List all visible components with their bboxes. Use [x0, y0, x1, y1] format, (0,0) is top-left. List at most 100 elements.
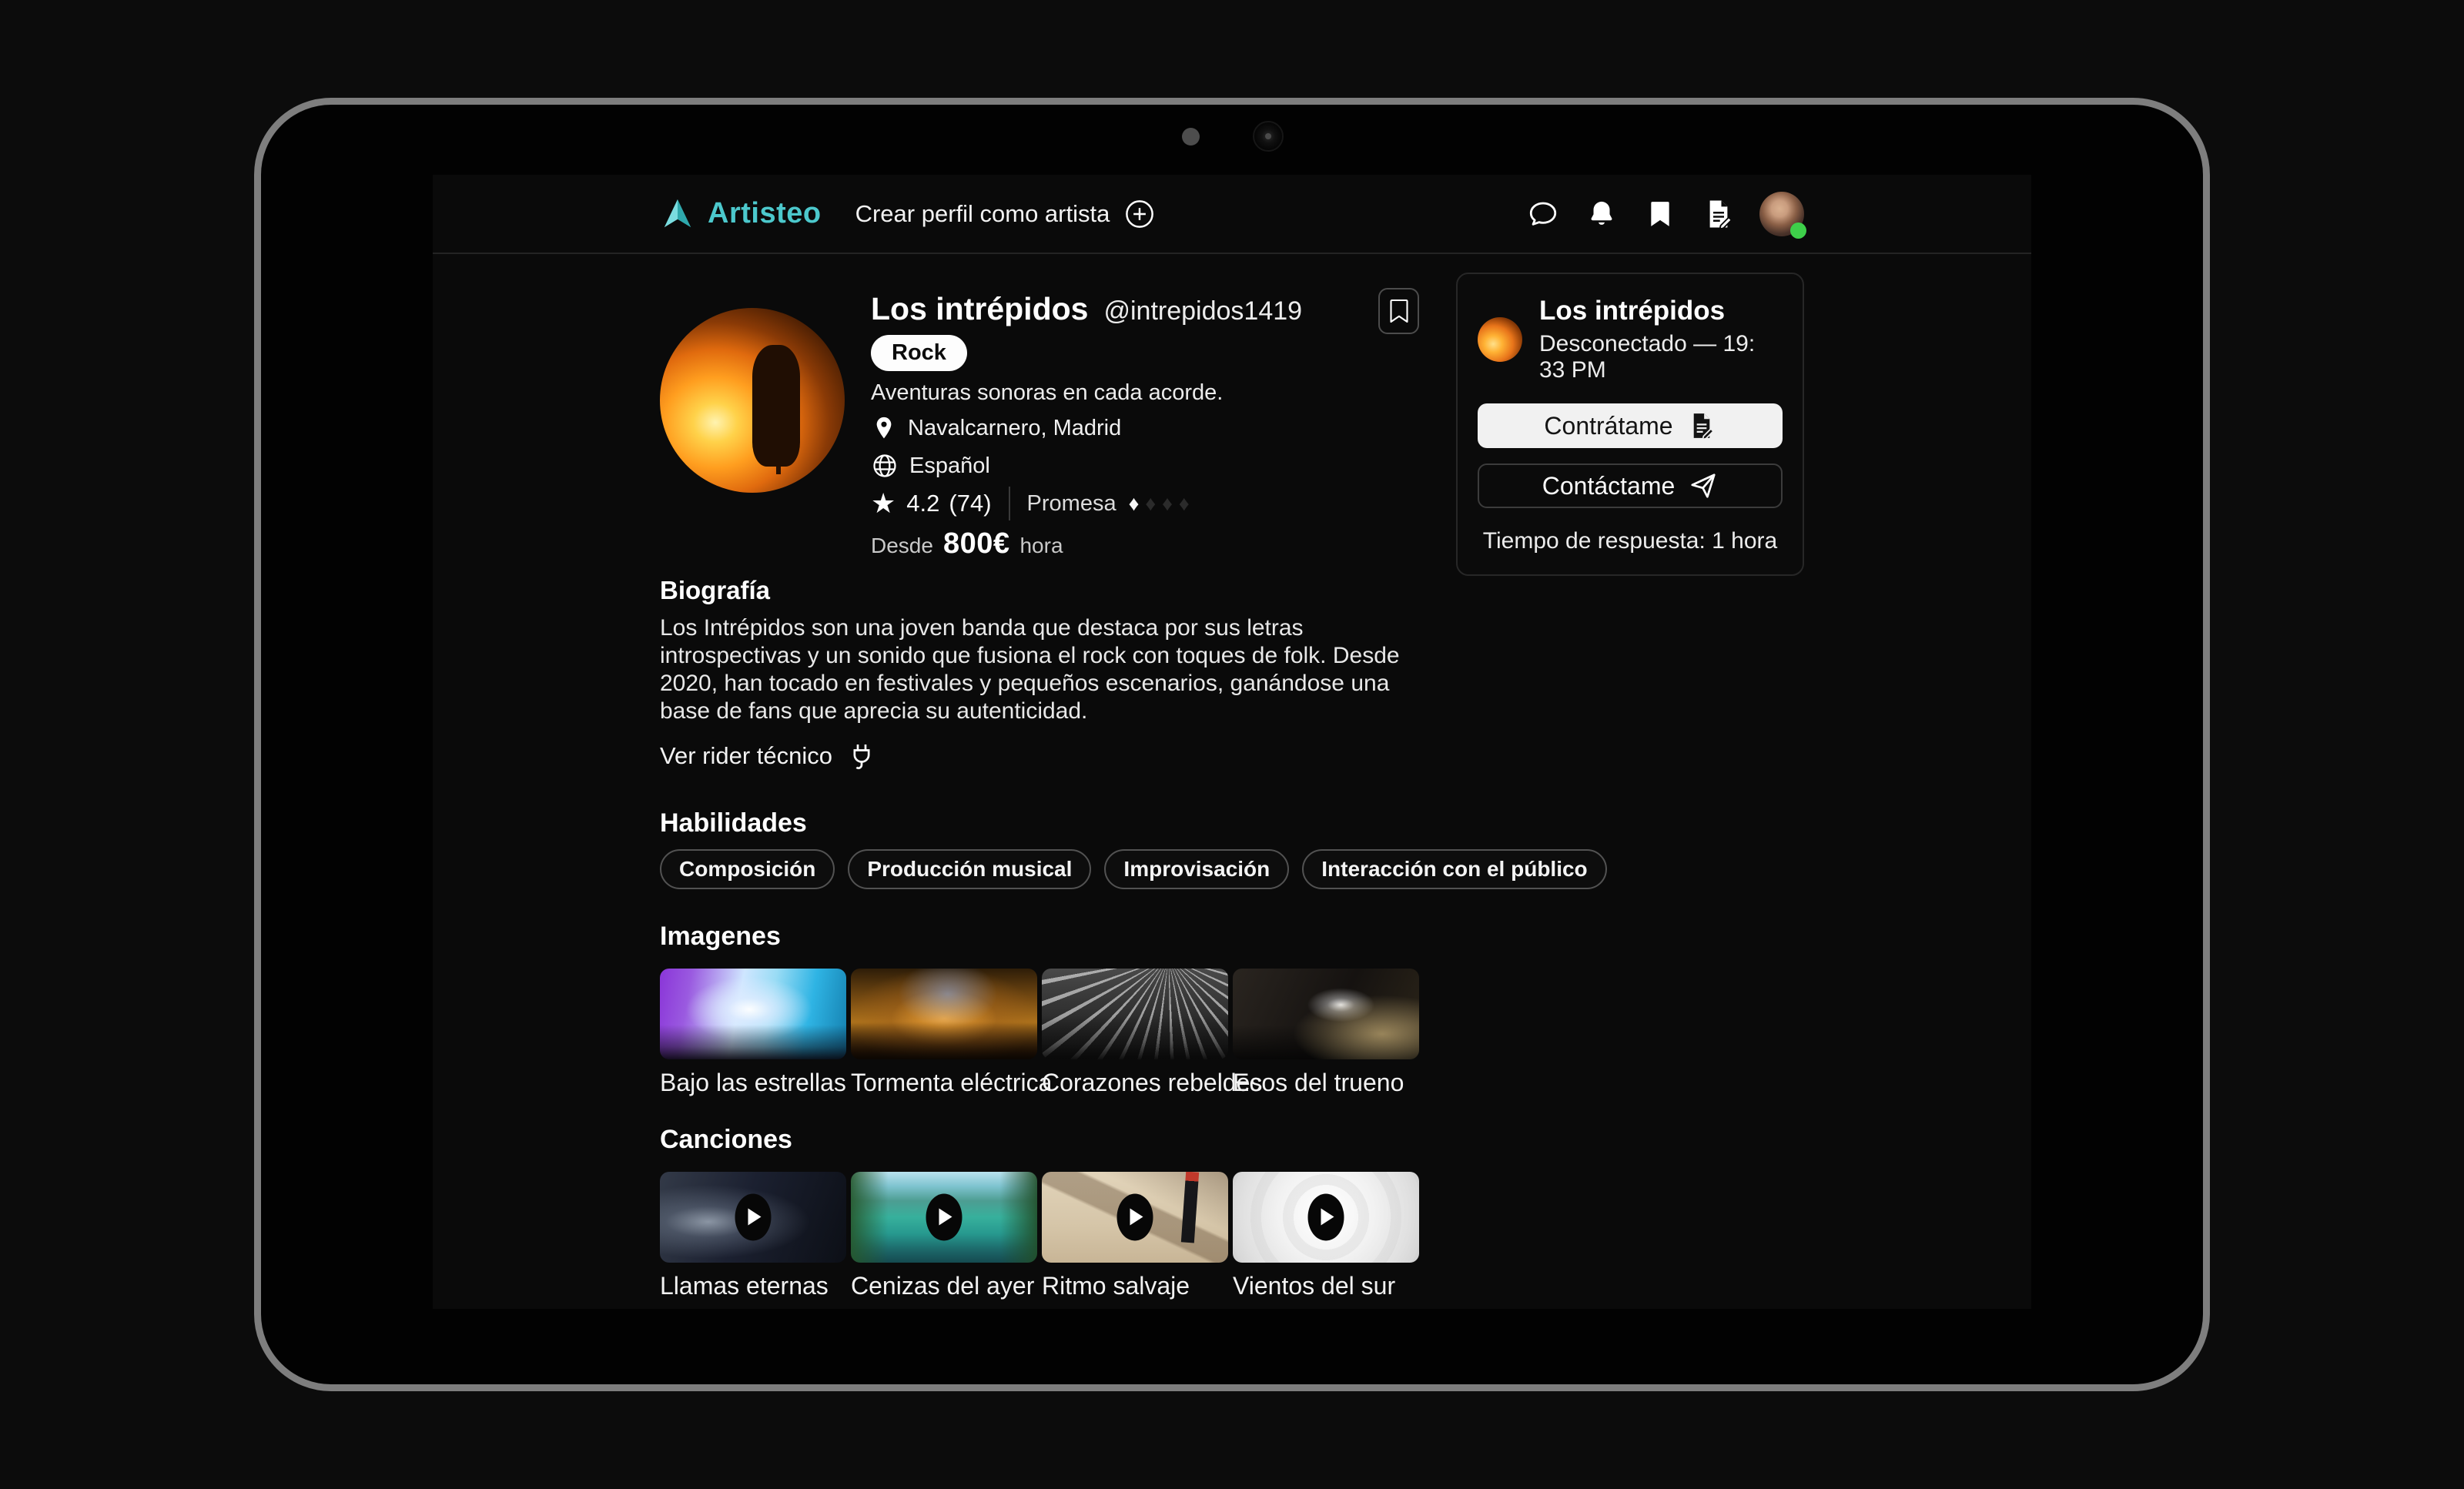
song-item: Cenizas del ayer — [851, 1172, 1037, 1300]
skills-chips: Composición Producción musical Improvisa… — [660, 849, 1419, 889]
create-artist-profile-label: Crear perfil como artista — [855, 200, 1110, 228]
images-grid: Bajo las estrellas Tormenta eléctrica Co… — [660, 969, 1419, 1097]
song-thumbnail[interactable] — [1042, 1172, 1228, 1263]
song-item: Ritmo salvaje — [1042, 1172, 1228, 1300]
price-row: Desde 800€ hora — [871, 527, 1302, 560]
rating-value: 4.2 — [906, 490, 939, 517]
artisteo-arrow-icon — [660, 196, 695, 232]
tier-diamond-empty-icon: ♦ — [1145, 492, 1156, 516]
tablet-camera-dot — [1182, 128, 1200, 146]
divider — [1009, 487, 1010, 520]
star-icon: ★ — [871, 487, 896, 520]
tech-rider-label: Ver rider técnico — [660, 742, 832, 770]
brand-logo[interactable]: Artisteo — [660, 196, 822, 232]
tablet-camera-lens — [1253, 121, 1284, 152]
song-thumbnail[interactable] — [1233, 1172, 1419, 1263]
images-heading: Imagenes — [660, 922, 1419, 952]
create-artist-profile-link[interactable]: Crear perfil como artista — [855, 198, 1157, 230]
tablet-frame: Artisteo Crear perfil como artista — [254, 98, 2210, 1391]
artist-tagline: Aventuras sonoras en cada acorde. — [871, 380, 1302, 406]
songs-heading: Canciones — [660, 1125, 1419, 1155]
location-pin-icon — [871, 415, 897, 441]
notifications-bell-button[interactable] — [1584, 196, 1619, 232]
play-icon[interactable] — [1117, 1194, 1153, 1241]
artist-info: Los intrépidos @intrepidos1419 Rock Aven… — [871, 288, 1302, 560]
language-text: Español — [909, 453, 990, 479]
image-thumbnail[interactable] — [1042, 969, 1228, 1059]
song-item: Vientos del sur — [1233, 1172, 1419, 1300]
response-time-text: Tiempo de respuesta: 1 hora — [1478, 528, 1783, 554]
hire-me-button[interactable]: Contrátame — [1478, 403, 1783, 448]
hire-me-label: Contrátame — [1544, 412, 1672, 440]
brand-name: Artisteo — [708, 197, 822, 230]
navbar-left: Artisteo Crear perfil como artista — [660, 196, 1156, 232]
save-artist-bookmark-button[interactable] — [1378, 288, 1419, 334]
messages-button[interactable] — [1525, 196, 1561, 232]
song-caption: Cenizas del ayer — [851, 1272, 1037, 1300]
image-item: Tormenta eléctrica — [851, 969, 1037, 1097]
skill-chip: Composición — [660, 849, 835, 889]
song-caption: Ritmo salvaje — [1042, 1272, 1228, 1300]
tier-diamond-filled-icon: ♦ — [1129, 492, 1140, 516]
location-row: Navalcarnero, Madrid — [871, 413, 1302, 443]
location-text: Navalcarnero, Madrid — [908, 416, 1121, 441]
image-item: Ecos del trueno — [1233, 969, 1419, 1097]
tier-diamond-empty-icon: ♦ — [1179, 492, 1190, 516]
rating-row: ★ 4.2 (74) Promesa ♦ ♦ ♦ ♦ — [871, 486, 1302, 521]
song-caption: Llamas eternas — [660, 1272, 846, 1300]
plus-circle-icon — [1123, 198, 1156, 230]
contact-me-button[interactable]: Contáctame — [1478, 463, 1783, 508]
song-thumbnail[interactable] — [660, 1172, 846, 1263]
play-icon[interactable] — [1308, 1194, 1344, 1241]
contracts-edit-button[interactable] — [1701, 196, 1736, 232]
profile-column: Los intrépidos @intrepidos1419 Rock Aven… — [660, 288, 1419, 1309]
saved-bookmark-button[interactable] — [1642, 196, 1678, 232]
genre-badge: Rock — [871, 335, 967, 371]
desktop-background: Artisteo Crear perfil como artista — [0, 0, 2464, 1489]
main-content: Los intrépidos @intrepidos1419 Rock Aven… — [433, 254, 2031, 1309]
image-thumbnail[interactable] — [660, 969, 846, 1059]
user-avatar[interactable] — [1759, 192, 1804, 236]
artist-profile-photo — [660, 308, 845, 493]
tablet-screen: Artisteo Crear perfil como artista — [433, 175, 2031, 1309]
plug-icon — [846, 741, 877, 771]
price-unit: hora — [1019, 534, 1063, 558]
hire-card-status: Desconectado — 19: 33 PM — [1539, 331, 1783, 383]
image-caption: Tormenta eléctrica — [851, 1069, 1037, 1097]
bio-heading: Biografía — [660, 576, 1419, 605]
artist-handle: @intrepidos1419 — [1103, 296, 1302, 326]
skill-chip: Producción musical — [848, 849, 1091, 889]
image-caption: Bajo las estrellas — [660, 1069, 846, 1097]
hire-card-header: Los intrépidos Desconectado — 19: 33 PM — [1478, 296, 1783, 383]
navbar-right — [1525, 192, 1804, 236]
price-value: 800€ — [943, 527, 1010, 560]
image-thumbnail[interactable] — [851, 969, 1037, 1059]
contract-edit-icon — [1687, 411, 1716, 440]
skill-chip: Interacción con el público — [1302, 849, 1606, 889]
price-prefix: Desde — [871, 534, 933, 558]
song-caption: Vientos del sur — [1233, 1272, 1419, 1300]
top-navbar: Artisteo Crear perfil como artista — [433, 175, 2031, 254]
song-thumbnail[interactable] — [851, 1172, 1037, 1263]
send-icon — [1689, 471, 1718, 500]
language-row: Español — [871, 450, 1302, 481]
skills-heading: Habilidades — [660, 808, 1419, 838]
tier-diamond-empty-icon: ♦ — [1162, 492, 1173, 516]
online-status-dot — [1790, 223, 1806, 239]
rating-count: (74) — [949, 490, 991, 517]
play-icon[interactable] — [926, 1194, 962, 1241]
image-caption: Ecos del trueno — [1233, 1069, 1419, 1097]
image-thumbnail[interactable] — [1233, 969, 1419, 1059]
play-icon[interactable] — [735, 1194, 772, 1241]
profile-header: Los intrépidos @intrepidos1419 Rock Aven… — [660, 288, 1419, 560]
image-caption: Corazones rebeldes — [1042, 1069, 1228, 1097]
tech-rider-link[interactable]: Ver rider técnico — [660, 741, 877, 771]
songs-grid: Llamas eternas Cenizas del ayer — [660, 1172, 1419, 1300]
globe-icon — [871, 452, 899, 480]
artist-name: Los intrépidos — [871, 291, 1088, 327]
bio-text: Los Intrépidos son una joven banda que d… — [660, 614, 1422, 725]
hire-card: Los intrépidos Desconectado — 19: 33 PM … — [1456, 273, 1804, 576]
tier-label: Promesa — [1027, 491, 1116, 517]
image-item: Bajo las estrellas — [660, 969, 846, 1097]
song-item: Llamas eternas — [660, 1172, 846, 1300]
